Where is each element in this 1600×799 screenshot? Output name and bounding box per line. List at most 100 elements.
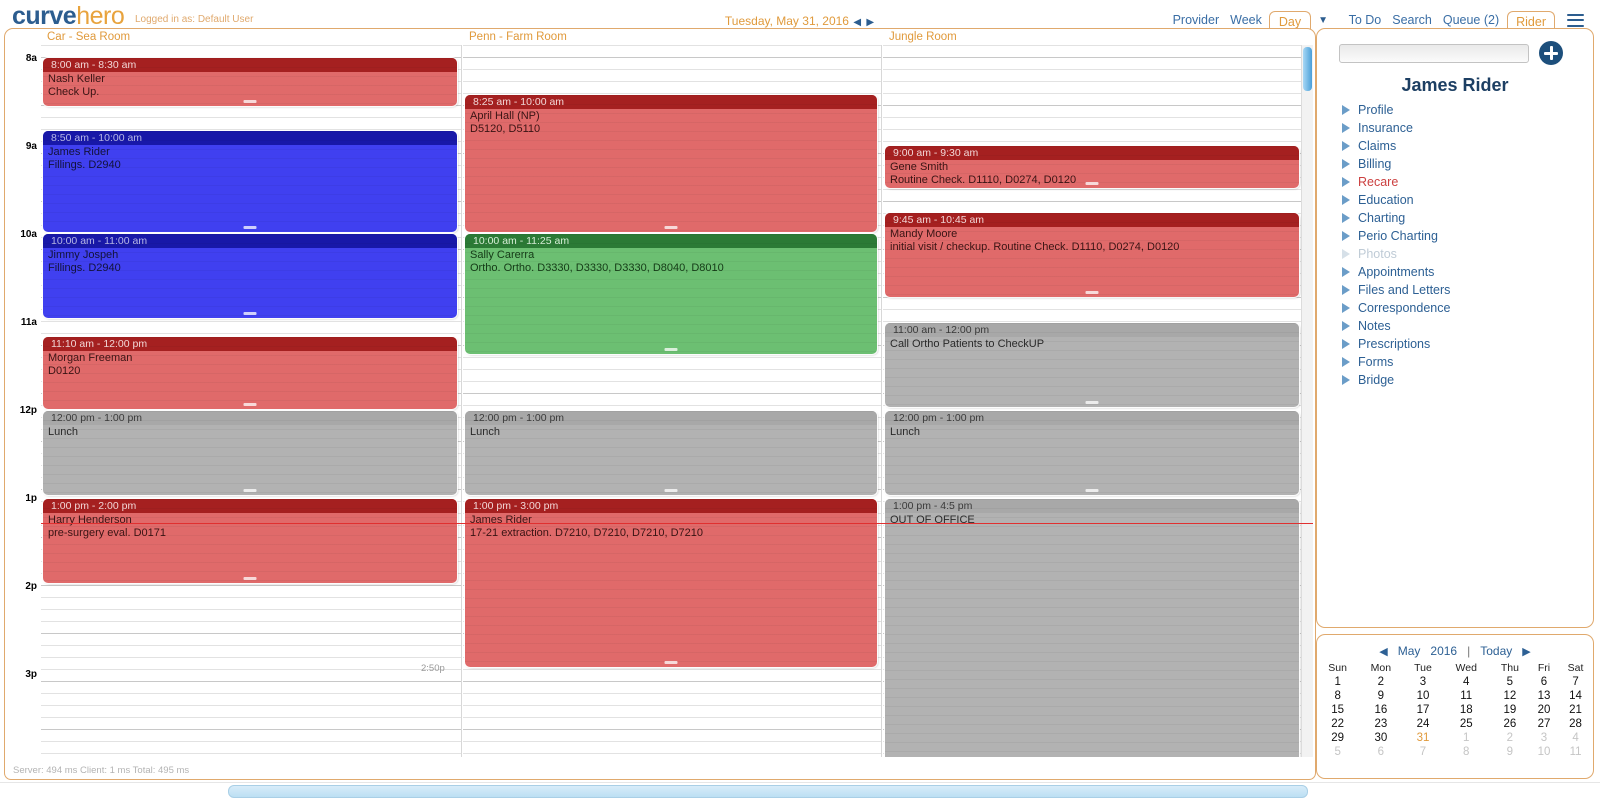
tab-search[interactable]: Search	[1392, 13, 1432, 27]
calendar-day-cell[interactable]: 4	[1443, 675, 1490, 689]
appointment-block[interactable]: 9:00 am - 9:30 am Gene Smith Routine Check…	[885, 146, 1299, 188]
calendar-day-cell[interactable]: 5	[1317, 745, 1358, 759]
calendar-day-cell[interactable]: 3	[1530, 731, 1558, 745]
calendar-day-cell[interactable]: 31	[1403, 731, 1442, 745]
appointment-resize-grip[interactable]	[243, 100, 257, 103]
sidebar-item-bridge[interactable]: Bridge	[1342, 371, 1572, 389]
calendar-day-cell[interactable]: 8	[1317, 689, 1358, 703]
appointment-block[interactable]: 1:00 pm - 2:00 pm Harry Henderson pre-surg…	[43, 499, 457, 583]
appointment-resize-grip[interactable]	[664, 348, 678, 351]
appointment-resize-grip[interactable]	[664, 226, 678, 229]
sidebar-item-forms[interactable]: Forms	[1342, 353, 1572, 371]
appointment-resize-grip[interactable]	[1085, 489, 1099, 492]
tab-queue[interactable]: Queue (2)	[1443, 13, 1499, 27]
tab-provider[interactable]: Provider	[1173, 13, 1220, 27]
sidebar-item-profile[interactable]: Profile	[1342, 101, 1572, 119]
calendar-day-cell[interactable]: 5	[1490, 675, 1530, 689]
calendar-year[interactable]: 2016	[1430, 644, 1457, 658]
calendar-day-cell[interactable]: 8	[1443, 745, 1490, 759]
appointment-block[interactable]: 12:00 pm - 1:00 pm Lunch	[885, 411, 1299, 495]
appointment-block[interactable]: 1:00 pm - 4:5 pm OUT OF OFFICE	[885, 499, 1299, 757]
calendar-day-cell[interactable]: 16	[1358, 703, 1403, 717]
calendar-day-cell[interactable]: 18	[1443, 703, 1490, 717]
tab-week[interactable]: Week	[1230, 13, 1262, 27]
appointment-resize-grip[interactable]	[243, 403, 257, 406]
calendar-day-cell[interactable]: 24	[1403, 717, 1442, 731]
add-patient-button[interactable]	[1539, 41, 1563, 65]
calendar-month[interactable]: May	[1398, 644, 1421, 658]
calendar-day-cell[interactable]: 27	[1530, 717, 1558, 731]
calendar-day-cell[interactable]: 6	[1358, 745, 1403, 759]
schedule-scroll-thumb[interactable]	[1303, 47, 1312, 91]
sidebar-item-correspondence[interactable]: Correspondence	[1342, 299, 1572, 317]
calendar-day-cell[interactable]: 25	[1443, 717, 1490, 731]
calendar-day-cell[interactable]: 14	[1558, 689, 1593, 703]
appointment-resize-grip[interactable]	[243, 226, 257, 229]
calendar-day-cell[interactable]: 6	[1530, 675, 1558, 689]
page-horizontal-scrollbar[interactable]	[0, 782, 1600, 799]
calendar-day-cell[interactable]: 29	[1317, 731, 1358, 745]
calendar-day-cell[interactable]: 9	[1358, 689, 1403, 703]
appointment-block[interactable]: 11:00 am - 12:00 pm Call Ortho Patients t…	[885, 323, 1299, 407]
calendar-day-cell[interactable]: 1	[1317, 675, 1358, 689]
appointment-block[interactable]: 9:45 am - 10:45 am Mandy Moore initial vis…	[885, 213, 1299, 297]
appointment-block[interactable]: 8:50 am - 10:00 am James Rider Fillings. D…	[43, 131, 457, 232]
sidebar-item-recare[interactable]: Recare	[1342, 173, 1572, 191]
appointment-resize-grip[interactable]	[664, 489, 678, 492]
calendar-day-cell[interactable]: 2	[1358, 675, 1403, 689]
calendar-day-cell[interactable]: 12	[1490, 689, 1530, 703]
calendar-next-icon[interactable]: ▶	[1522, 645, 1530, 658]
calendar-day-cell[interactable]: 20	[1530, 703, 1558, 717]
calendar-day-cell[interactable]: 10	[1530, 745, 1558, 759]
appointment-block[interactable]: 10:00 am - 11:00 am Jimmy Jospeh Fillings.…	[43, 234, 457, 318]
appointment-block[interactable]: 8:25 am - 10:00 am April Hall (NP) D5120, …	[465, 95, 877, 232]
sidebar-item-appointments[interactable]: Appointments	[1342, 263, 1572, 281]
appointment-block[interactable]: 8:00 am - 8:30 am Nash Keller Check Up.	[43, 58, 457, 106]
calendar-day-cell[interactable]: 9	[1490, 745, 1530, 759]
sidebar-item-files-and-letters[interactable]: Files and Letters	[1342, 281, 1572, 299]
calendar-day-cell[interactable]: 11	[1443, 689, 1490, 703]
next-day-arrow-icon[interactable]: ▶	[866, 17, 874, 28]
sidebar-item-charting[interactable]: Charting	[1342, 209, 1572, 227]
calendar-day-cell[interactable]: 17	[1403, 703, 1442, 717]
calendar-day-cell[interactable]: 28	[1558, 717, 1593, 731]
appointment-resize-grip[interactable]	[243, 577, 257, 580]
page-scroll-thumb[interactable]	[228, 785, 1308, 798]
calendar-day-cell[interactable]: 2	[1490, 731, 1530, 745]
schedule-grid[interactable]: 8a 9a 10a 11a 12p 1p 2p 3p 8:00 am - 8:30 am Nas…	[7, 45, 1313, 757]
calendar-day-cell[interactable]: 13	[1530, 689, 1558, 703]
calendar-prev-icon[interactable]: ◀	[1379, 645, 1387, 658]
calendar-day-cell[interactable]: 21	[1558, 703, 1593, 717]
sidebar-item-insurance[interactable]: Insurance	[1342, 119, 1572, 137]
appointment-block[interactable]: 10:00 am - 11:25 am Sally Carerra Ortho. O…	[465, 234, 877, 354]
calendar-day-cell[interactable]: 30	[1358, 731, 1403, 745]
sidebar-item-claims[interactable]: Claims	[1342, 137, 1572, 155]
hamburger-menu-icon[interactable]	[1567, 13, 1584, 27]
prev-day-arrow-icon[interactable]: ◀	[853, 17, 861, 28]
appointment-block[interactable]: 1:00 pm - 3:00 pm James Rider 17-21 extrac…	[465, 499, 877, 667]
calendar-day-cell[interactable]: 22	[1317, 717, 1358, 731]
schedule-vertical-scrollbar[interactable]	[1301, 45, 1313, 757]
patient-search-input[interactable]	[1339, 44, 1529, 63]
sidebar-item-notes[interactable]: Notes	[1342, 317, 1572, 335]
calendar-day-cell[interactable]: 19	[1490, 703, 1530, 717]
calendar-today-button[interactable]: Today	[1480, 644, 1512, 658]
calendar-day-cell[interactable]: 3	[1403, 675, 1442, 689]
calendar-day-cell[interactable]: 26	[1490, 717, 1530, 731]
appointment-resize-grip[interactable]	[1085, 182, 1099, 185]
sidebar-item-billing[interactable]: Billing	[1342, 155, 1572, 173]
appointment-block[interactable]: 11:10 am - 12:00 pm Morgan Freeman D0120	[43, 337, 457, 409]
appointment-resize-grip[interactable]	[243, 312, 257, 315]
chevron-down-icon[interactable]: ▼	[1318, 15, 1328, 26]
calendar-day-cell[interactable]: 7	[1558, 675, 1593, 689]
calendar-day-cell[interactable]: 10	[1403, 689, 1442, 703]
tab-todo[interactable]: To Do	[1349, 13, 1382, 27]
appointment-resize-grip[interactable]	[1085, 291, 1099, 294]
sidebar-item-perio-charting[interactable]: Perio Charting	[1342, 227, 1572, 245]
appointment-resize-grip[interactable]	[1085, 401, 1099, 404]
sidebar-item-education[interactable]: Education	[1342, 191, 1572, 209]
appointment-block[interactable]: 12:00 pm - 1:00 pm Lunch	[43, 411, 457, 495]
calendar-day-cell[interactable]: 4	[1558, 731, 1593, 745]
calendar-day-cell[interactable]: 23	[1358, 717, 1403, 731]
sidebar-item-prescriptions[interactable]: Prescriptions	[1342, 335, 1572, 353]
